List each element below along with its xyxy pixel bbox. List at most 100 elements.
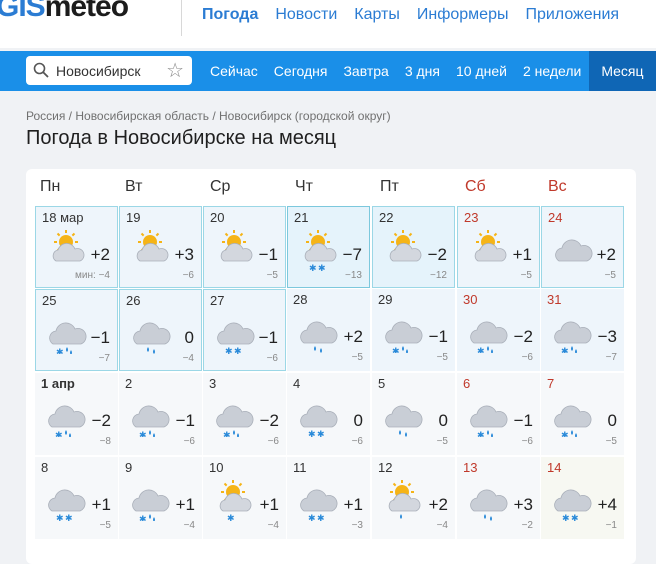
- day-cell[interactable]: 8 ✱ ✱ +1 −5: [35, 457, 118, 539]
- day-cell[interactable]: 6 ✱ −1 −6: [457, 373, 540, 455]
- day-cell[interactable]: 26 0 −4: [119, 289, 202, 371]
- weekday-thu: Чт: [295, 178, 313, 195]
- tab-today[interactable]: Сегодня: [266, 51, 336, 91]
- min-temp: −3: [351, 520, 363, 531]
- min-temp: −5: [605, 436, 617, 447]
- day-date: 24: [548, 210, 563, 225]
- tab-3-days[interactable]: 3 дня: [397, 51, 448, 91]
- max-temp: −1: [258, 328, 278, 347]
- day-cell[interactable]: 7 ✱ 0 −5: [541, 373, 624, 455]
- min-temp: −4: [182, 353, 194, 364]
- day-cell[interactable]: 20 −1 −5: [203, 206, 286, 288]
- day-date: 10: [209, 460, 224, 475]
- max-temp: +1: [91, 495, 111, 514]
- day-cell[interactable]: 14 ✱ ✱ +4 −1: [541, 457, 624, 539]
- day-cell[interactable]: 29 ✱ −1 −5: [372, 289, 455, 371]
- tab-now[interactable]: Сейчас: [202, 51, 266, 91]
- max-temp: 0: [184, 328, 194, 347]
- day-cell[interactable]: 18 мар +2 мин: −4: [35, 206, 118, 288]
- tab-10-days[interactable]: 10 дней: [448, 51, 515, 91]
- day-cell[interactable]: 12 +2 −4: [372, 457, 455, 539]
- min-temp: мин: −4: [75, 270, 110, 281]
- day-date: 23: [464, 210, 479, 225]
- min-temp: −6: [267, 436, 279, 447]
- cloud-snow-rain-icon: ✱: [127, 477, 171, 525]
- nav-maps[interactable]: Карты: [354, 6, 400, 24]
- day-cell[interactable]: 21 ✱ ✱ −7 −13: [287, 206, 370, 288]
- forecast-bar: Новосибирск ☆ Сейчас Сегодня Завтра 3 дн…: [0, 51, 656, 91]
- max-temp: −1: [175, 411, 195, 430]
- day-date: 20: [210, 210, 225, 225]
- tab-month[interactable]: Месяц: [589, 51, 656, 91]
- day-date: 11: [293, 460, 307, 475]
- search-input[interactable]: Новосибирск: [56, 63, 141, 79]
- favorite-star-icon[interactable]: ☆: [166, 58, 184, 83]
- day-cell[interactable]: 5 0 −5: [372, 373, 455, 455]
- day-cell[interactable]: 25 ✱ −1 −7: [35, 289, 118, 371]
- day-cell[interactable]: 9 ✱ +1 −4: [119, 457, 202, 539]
- min-temp: −5: [99, 520, 111, 531]
- max-temp: −3: [597, 327, 617, 346]
- day-cell[interactable]: 30 ✱ −2 −6: [457, 289, 540, 371]
- day-cell[interactable]: 2 ✱ −1 −6: [119, 373, 202, 455]
- min-temp: −5: [266, 270, 278, 281]
- city-search[interactable]: Новосибирск ☆: [26, 56, 192, 85]
- search-icon: [33, 62, 49, 78]
- day-cell[interactable]: 22 −2 −12: [372, 206, 455, 288]
- day-date: 22: [379, 210, 394, 225]
- partly-cloudy-icon: [381, 227, 425, 271]
- min-temp: −7: [98, 353, 110, 364]
- tab-2-weeks[interactable]: 2 недели: [515, 51, 589, 91]
- max-temp: −2: [513, 327, 533, 346]
- tab-tomorrow[interactable]: Завтра: [335, 51, 396, 91]
- max-temp: 0: [353, 411, 363, 430]
- day-date: 5: [378, 376, 386, 391]
- max-temp: −1: [428, 327, 448, 346]
- nav-news[interactable]: Новости: [275, 6, 337, 24]
- day-cell[interactable]: 23 +1 −5: [457, 206, 540, 288]
- day-cell[interactable]: 19 +3 −6: [119, 206, 202, 288]
- min-temp: −5: [436, 436, 448, 447]
- cloud-snow-icon: ✱ ✱: [43, 477, 87, 524]
- svg-text:✱: ✱: [139, 515, 147, 521]
- cloud-snow-rain-icon: ✱: [211, 393, 255, 441]
- max-temp: +3: [174, 245, 194, 264]
- day-cell[interactable]: 3 ✱ −2 −6: [203, 373, 286, 455]
- cloud-rain-icon: [380, 393, 424, 437]
- breadcrumb[interactable]: Россия / Новосибирская область / Новосиб…: [26, 109, 391, 123]
- nav-informers[interactable]: Информеры: [417, 6, 509, 24]
- cloud-snow-rain-icon: ✱: [549, 309, 593, 357]
- day-date: 13: [463, 460, 478, 475]
- svg-text:✱: ✱: [561, 431, 569, 437]
- max-temp: −1: [513, 411, 533, 430]
- day-cell[interactable]: 4 ✱ ✱ 0 −6: [287, 373, 370, 455]
- cloud-snow-icon: ✱ ✱: [295, 393, 339, 440]
- min-temp: −12: [430, 270, 447, 281]
- day-cell[interactable]: 27 ✱ ✱ −1 −6: [203, 289, 286, 371]
- nav-weather[interactable]: Погода: [202, 6, 258, 24]
- day-cell[interactable]: 13 +3 −2: [457, 457, 540, 539]
- svg-text:✱: ✱: [562, 514, 570, 521]
- day-cell[interactable]: 28 +2 −5: [287, 289, 370, 371]
- sun-cloud-snow-icon: ✱: [211, 477, 255, 524]
- svg-text:✱: ✱: [308, 514, 316, 521]
- day-cell[interactable]: 31 ✱ −3 −7: [541, 289, 624, 371]
- day-cell[interactable]: 24 +2 −5: [541, 206, 624, 288]
- min-temp: −5: [604, 270, 616, 281]
- partly-cloudy-icon: [44, 227, 88, 271]
- weekday-wed: Ср: [210, 178, 231, 195]
- max-temp: −7: [342, 245, 362, 264]
- svg-text:✱: ✱: [308, 430, 316, 437]
- day-cell[interactable]: 11 ✱ ✱ +1 −3: [287, 457, 370, 539]
- day-date: 1 апр: [41, 376, 75, 391]
- min-temp: −6: [183, 436, 195, 447]
- day-date: 25: [42, 293, 57, 308]
- min-temp: −5: [436, 352, 448, 363]
- svg-text:✱: ✱: [477, 431, 485, 437]
- day-cell[interactable]: 10 ✱ +1 −4: [203, 457, 286, 539]
- gismeteo-logo[interactable]: GISmeteo: [0, 0, 129, 24]
- max-temp: +1: [259, 495, 279, 514]
- day-cell[interactable]: 1 апр ✱ −2 −8: [35, 373, 118, 455]
- day-date: 18 мар: [42, 210, 84, 225]
- nav-apps[interactable]: Приложения: [525, 6, 619, 24]
